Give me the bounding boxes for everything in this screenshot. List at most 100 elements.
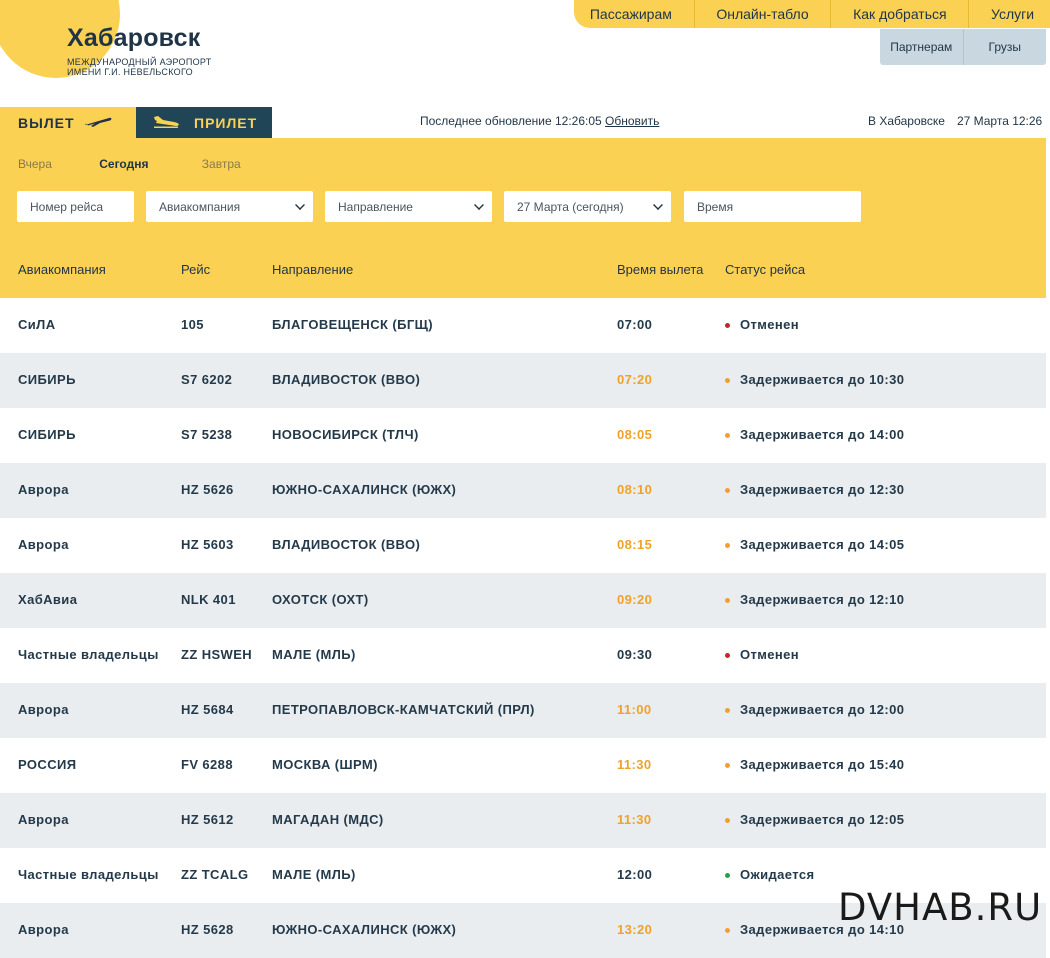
status-dot-icon — [725, 873, 730, 878]
status-dot-icon — [725, 653, 730, 658]
watermark: DVHAB.RU — [838, 886, 1043, 929]
logo-title[interactable]: Хабаровск — [67, 24, 200, 53]
chevron-down-icon — [474, 200, 484, 210]
row-time: 09:20 — [617, 592, 653, 607]
refresh-link[interactable]: Обновить — [605, 114, 659, 128]
row-time: 09:30 — [617, 647, 653, 662]
nav-directions[interactable]: Как добраться — [843, 6, 956, 22]
date-select-value: 27 Марта (сегодня) — [517, 199, 624, 214]
row-direction: ОХОТСК (ОХТ) — [272, 592, 369, 607]
chevron-down-icon — [653, 200, 663, 210]
row-airline: Частные владельцы — [18, 867, 159, 882]
direction-select-value: Направление — [338, 199, 413, 214]
col-status: Статус рейса — [725, 262, 806, 277]
status-dot-icon — [725, 488, 730, 493]
row-time: 11:00 — [617, 702, 652, 717]
table-row[interactable]: СиЛА 105 БЛАГОВЕЩЕНСК (БГЩ) 07:00 Отмене… — [0, 298, 1046, 353]
row-direction: ПЕТРОПАВЛОВСК-КАМЧАТСКИЙ (ПРЛ) — [272, 702, 535, 717]
row-direction: МАЛЕ (МЛЬ) — [272, 647, 356, 662]
table-row[interactable]: ХабАвиа NLK 401 ОХОТСК (ОХТ) 09:20 Задер… — [0, 573, 1046, 628]
table-row[interactable]: Аврора HZ 5626 ЮЖНО-САХАЛИНСК (ЮЖХ) 08:1… — [0, 463, 1046, 518]
top-nav: Пассажирам Онлайн-табло Как добраться Ус… — [574, 0, 1050, 28]
status-dot-icon — [725, 763, 730, 768]
nav-divider — [830, 0, 832, 28]
row-status: Задерживается до 12:30 — [740, 482, 905, 497]
local-city: В Хабаровске — [868, 114, 945, 128]
last-update-label: Последнее обновление 12:26:05 — [420, 114, 602, 128]
status-dot-icon — [725, 818, 730, 823]
filter-panel: Вчера Сегодня Завтра Номер рейса Авиаком… — [0, 138, 1046, 242]
airline-select-value: Авиакомпания — [159, 199, 241, 214]
col-airline: Авиакомпания — [18, 262, 106, 277]
day-tomorrow[interactable]: Завтра — [202, 157, 241, 171]
tab-arrival-label: ПРИЛЕТ — [194, 114, 258, 131]
tab-arrival[interactable]: ПРИЛЕТ — [136, 107, 272, 138]
row-flight: HZ 5612 — [181, 812, 234, 827]
status-dot-icon — [725, 378, 730, 383]
time-input[interactable]: Время — [684, 191, 861, 222]
row-flight: ZZ HSWEH — [181, 647, 253, 662]
row-airline: Аврора — [18, 812, 69, 827]
row-time: 11:30 — [617, 812, 652, 827]
status-dot-icon — [725, 543, 730, 548]
nav-divider — [693, 0, 695, 28]
local-time: В Хабаровске 27 Марта 12:26 — [868, 114, 1042, 128]
col-time: Время вылета — [617, 262, 704, 277]
row-flight: HZ 5603 — [181, 537, 234, 552]
status-dot-icon — [725, 708, 730, 713]
flight-number-placeholder: Номер рейса — [30, 199, 103, 214]
row-status: Задерживается до 12:10 — [740, 592, 905, 607]
row-airline: ХабАвиа — [18, 592, 78, 607]
row-status: Задерживается до 14:05 — [740, 537, 905, 552]
row-status: Задерживается до 14:00 — [740, 427, 905, 442]
nav-partners[interactable]: Партнерам — [880, 40, 963, 54]
nav-passengers[interactable]: Пассажирам — [580, 6, 682, 22]
time-placeholder: Время — [697, 199, 734, 214]
row-direction: ВЛАДИВОСТОК (ВВО) — [272, 537, 421, 552]
table-row[interactable]: РОССИЯ FV 6288 МОСКВА (ШРМ) 11:30 Задерж… — [0, 738, 1046, 793]
airline-select[interactable]: Авиакомпания — [146, 191, 313, 222]
day-yesterday[interactable]: Вчера — [18, 157, 52, 171]
row-airline: РОССИЯ — [18, 757, 77, 772]
row-flight: ZZ TCALG — [181, 867, 249, 882]
logo-subtitle: МЕЖДУНАРОДНЫЙ АЭРОПОРТ ИМЕНИ Г.И. НЕВЕЛЬ… — [67, 57, 247, 77]
row-flight: S7 5238 — [181, 427, 233, 442]
row-time: 08:15 — [617, 537, 653, 552]
row-direction: НОВОСИБИРСК (ТЛЧ) — [272, 427, 419, 442]
date-select[interactable]: 27 Марта (сегодня) — [504, 191, 671, 222]
table-header: Авиакомпания Рейс Направление Время выле… — [0, 242, 1046, 298]
status-dot-icon — [725, 323, 730, 328]
row-direction: ЮЖНО-САХАЛИНСК (ЮЖХ) — [272, 482, 457, 497]
status-dot-icon — [725, 433, 730, 438]
row-status: Отменен — [740, 647, 800, 662]
day-today[interactable]: Сегодня — [99, 157, 148, 171]
nav-services[interactable]: Услуги — [981, 6, 1044, 22]
chevron-down-icon — [295, 200, 305, 210]
tab-departure[interactable]: ВЫЛЕТ — [0, 107, 136, 138]
row-airline: Аврора — [18, 702, 69, 717]
row-direction: МАЛЕ (МЛЬ) — [272, 867, 356, 882]
row-time: 11:30 — [617, 757, 652, 772]
direction-select[interactable]: Направление — [325, 191, 492, 222]
row-flight: 105 — [181, 317, 204, 332]
nav-online-board[interactable]: Онлайн-табло — [706, 6, 818, 22]
row-time: 07:00 — [617, 317, 653, 332]
last-update: Последнее обновление 12:26:05 Обновить — [420, 114, 659, 128]
nav-divider — [968, 0, 970, 28]
table-row[interactable]: Аврора HZ 5684 ПЕТРОПАВЛОВСК-КАМЧАТСКИЙ … — [0, 683, 1046, 738]
nav-cargo[interactable]: Грузы — [964, 40, 1047, 54]
row-airline: Частные владельцы — [18, 647, 159, 662]
table-row[interactable]: Аврора HZ 5612 МАГАДАН (МДС) 11:30 Задер… — [0, 793, 1046, 848]
row-status: Задерживается до 10:30 — [740, 372, 905, 387]
table-row[interactable]: Частные владельцы ZZ HSWEH МАЛЕ (МЛЬ) 09… — [0, 628, 1046, 683]
flight-number-input[interactable]: Номер рейса — [17, 191, 134, 222]
row-time: 07:20 — [617, 372, 653, 387]
table-row[interactable]: СИБИРЬ S7 5238 НОВОСИБИРСК (ТЛЧ) 08:05 З… — [0, 408, 1046, 463]
day-switcher: Вчера Сегодня Завтра — [18, 157, 285, 171]
row-direction: МАГАДАН (МДС) — [272, 812, 384, 827]
row-status: Задерживается до 15:40 — [740, 757, 905, 772]
row-flight: FV 6288 — [181, 757, 233, 772]
table-row[interactable]: Аврора HZ 5603 ВЛАДИВОСТОК (ВВО) 08:15 З… — [0, 518, 1046, 573]
table-row[interactable]: СИБИРЬ S7 6202 ВЛАДИВОСТОК (ВВО) 07:20 З… — [0, 353, 1046, 408]
row-airline: СиЛА — [18, 317, 56, 332]
